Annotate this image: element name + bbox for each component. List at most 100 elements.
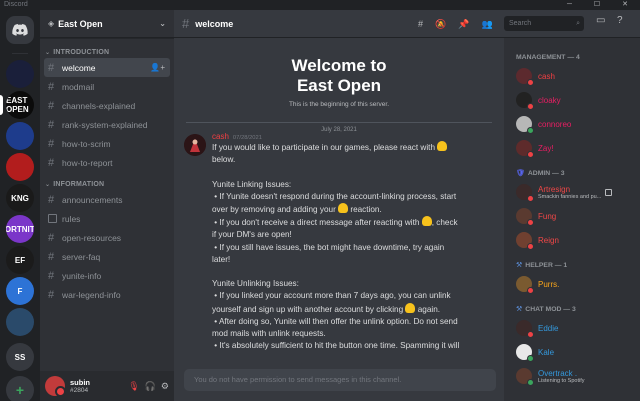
member-group-title: ADMIN — 3 bbox=[527, 169, 565, 177]
status-indicator bbox=[527, 195, 534, 202]
status-indicator bbox=[527, 243, 534, 250]
channel-category[interactable]: ⌄ INFORMATION bbox=[40, 178, 174, 190]
channel-hash-icon: # bbox=[48, 61, 55, 74]
member-item[interactable]: cash bbox=[504, 64, 640, 88]
user-avatar[interactable] bbox=[45, 376, 66, 397]
message-line: • If you don't receive a direct message … bbox=[212, 216, 458, 228]
channel-item[interactable]: # announcements bbox=[44, 190, 170, 209]
channel-item[interactable]: # modmail bbox=[44, 77, 170, 96]
member-avatar bbox=[516, 320, 534, 338]
date-divider: July 28, 2021 bbox=[186, 118, 492, 133]
server-icon[interactable] bbox=[6, 153, 34, 181]
channel-label: rules bbox=[62, 213, 81, 224]
channel-hash-icon: # bbox=[48, 156, 55, 169]
channel-toolbar: # 🔕 📌 👥 bbox=[418, 10, 505, 38]
member-item[interactable]: Eddie bbox=[504, 316, 640, 340]
server-icon[interactable]: KNG bbox=[6, 184, 34, 212]
invite-member-icon[interactable]: 👤+ bbox=[150, 63, 165, 72]
server-icon[interactable] bbox=[6, 122, 34, 150]
member-item[interactable]: Overtrack . Listening to Spotify bbox=[504, 364, 640, 388]
member-group-header: ⚒ HELPER — 1 bbox=[504, 258, 640, 272]
server-icon-label: EF bbox=[14, 255, 26, 265]
status-indicator bbox=[527, 79, 534, 86]
member-item[interactable]: Purrs. bbox=[504, 272, 640, 296]
channel-label: server-faq bbox=[62, 251, 101, 262]
channel-item[interactable]: # channels-explained bbox=[44, 96, 170, 115]
channel-item[interactable]: # open-resources bbox=[44, 228, 170, 247]
member-badge-icon bbox=[605, 188, 613, 196]
discord-home-button[interactable] bbox=[6, 16, 34, 44]
member-item[interactable]: cloaky bbox=[504, 88, 640, 112]
member-item[interactable]: connoreo bbox=[504, 112, 640, 136]
member-list-icon[interactable]: 👥 bbox=[481, 19, 492, 30]
raised-hand-emoji-icon bbox=[338, 203, 349, 213]
threads-icon[interactable]: # bbox=[418, 19, 423, 29]
member-activity: Listening to Spotify bbox=[538, 377, 585, 384]
channel-item[interactable]: rules bbox=[44, 209, 170, 228]
channel-category[interactable]: ⌄ INTRODUCTION bbox=[40, 46, 174, 58]
chat-area: # welcome Welcome to East Open This is t… bbox=[174, 10, 504, 401]
notification-bell-icon[interactable]: 🔕 bbox=[435, 19, 446, 30]
mute-microphone-icon[interactable]: 🎙 bbox=[128, 381, 139, 392]
member-name: cash bbox=[538, 71, 555, 81]
server-icon[interactable]: + bbox=[6, 376, 34, 401]
channel-hash-icon: # bbox=[48, 288, 55, 301]
headphones-icon[interactable]: 🎧 bbox=[145, 381, 156, 392]
server-icon-label: EAST OPEN bbox=[6, 96, 29, 114]
channel-hash-icon: # bbox=[48, 250, 55, 263]
member-item[interactable]: Fung bbox=[504, 204, 640, 228]
member-group-header: ⚒ CHAT MOD — 3 bbox=[504, 302, 640, 316]
welcome-title: Welcome to East Open bbox=[174, 56, 504, 96]
member-name: Reign bbox=[538, 235, 559, 245]
message-line: • If you linked your account more than 7… bbox=[212, 291, 451, 301]
channel-item[interactable]: # how-to-scrim bbox=[44, 134, 170, 153]
channel-item[interactable]: # welcome 👤+ bbox=[44, 58, 170, 77]
message-line: • It's absolutely sufficient to hit the … bbox=[212, 341, 460, 351]
status-indicator bbox=[527, 151, 534, 158]
server-icon[interactable]: SS bbox=[6, 343, 34, 371]
server-icon[interactable] bbox=[6, 60, 34, 88]
search-placeholder: Search bbox=[509, 20, 532, 27]
pinned-messages-icon[interactable]: 📌 bbox=[458, 19, 469, 30]
server-icon[interactable] bbox=[6, 308, 34, 336]
member-activity: Smackin fannies and pu... bbox=[538, 193, 602, 200]
channel-sidebar: ◈ East Open ⌄ ⌄ INTRODUCTION # welcome 👤+ # mo… bbox=[40, 10, 174, 401]
member-name: Eddie bbox=[538, 323, 559, 333]
inbox-icon[interactable]: ▭ bbox=[596, 15, 605, 26]
member-item[interactable]: Artresign Smackin fannies and pu... bbox=[504, 180, 640, 204]
server-icon-label: F bbox=[17, 286, 23, 296]
member-item[interactable]: Zay! bbox=[504, 136, 640, 160]
member-avatar bbox=[516, 344, 534, 362]
member-name: Overtrack . bbox=[538, 368, 578, 378]
server-header[interactable]: ◈ East Open ⌄ bbox=[40, 10, 174, 38]
message-author[interactable]: cash bbox=[212, 132, 229, 141]
message-composer[interactable]: You do not have permission to send messa… bbox=[184, 369, 496, 391]
status-indicator bbox=[527, 379, 534, 386]
channel-item[interactable]: # how-to-report bbox=[44, 153, 170, 172]
channel-item[interactable]: # war-legend-info bbox=[44, 285, 170, 304]
member-name: Kale bbox=[538, 347, 555, 357]
member-avatar bbox=[516, 184, 534, 202]
member-item[interactable]: Reign bbox=[504, 228, 640, 252]
channel-label: how-to-scrim bbox=[62, 138, 111, 149]
server-icon[interactable]: EAST OPEN bbox=[6, 91, 34, 119]
channel-item[interactable]: # server-faq bbox=[44, 247, 170, 266]
server-icon[interactable]: FORTNITE bbox=[6, 215, 34, 243]
search-input[interactable]: Search ⌕ bbox=[504, 16, 584, 31]
server-icon[interactable]: EF bbox=[6, 246, 34, 274]
help-icon[interactable]: ? bbox=[617, 15, 623, 26]
window-controls[interactable]: ─ ☐ ✕ bbox=[567, 0, 638, 10]
channel-item[interactable]: # yunite-info bbox=[44, 266, 170, 285]
message-avatar[interactable] bbox=[184, 134, 206, 156]
member-item[interactable]: Kale bbox=[504, 340, 640, 364]
settings-gear-icon[interactable]: ⚙ bbox=[161, 381, 169, 392]
message-body: If you would like to participate in our … bbox=[212, 141, 492, 352]
channel-hash-icon: # bbox=[48, 118, 55, 131]
message-line: later! bbox=[212, 254, 231, 264]
message-line: over by removing and adding your reactio… bbox=[212, 203, 382, 214]
server-icon[interactable]: F bbox=[6, 277, 34, 305]
chevron-down-icon: ⌄ bbox=[159, 19, 166, 28]
channel-item[interactable]: # rank-system-explained bbox=[44, 115, 170, 134]
category-name: INFORMATION bbox=[53, 180, 105, 188]
message-header: cash 07/28/2021 bbox=[212, 132, 492, 141]
